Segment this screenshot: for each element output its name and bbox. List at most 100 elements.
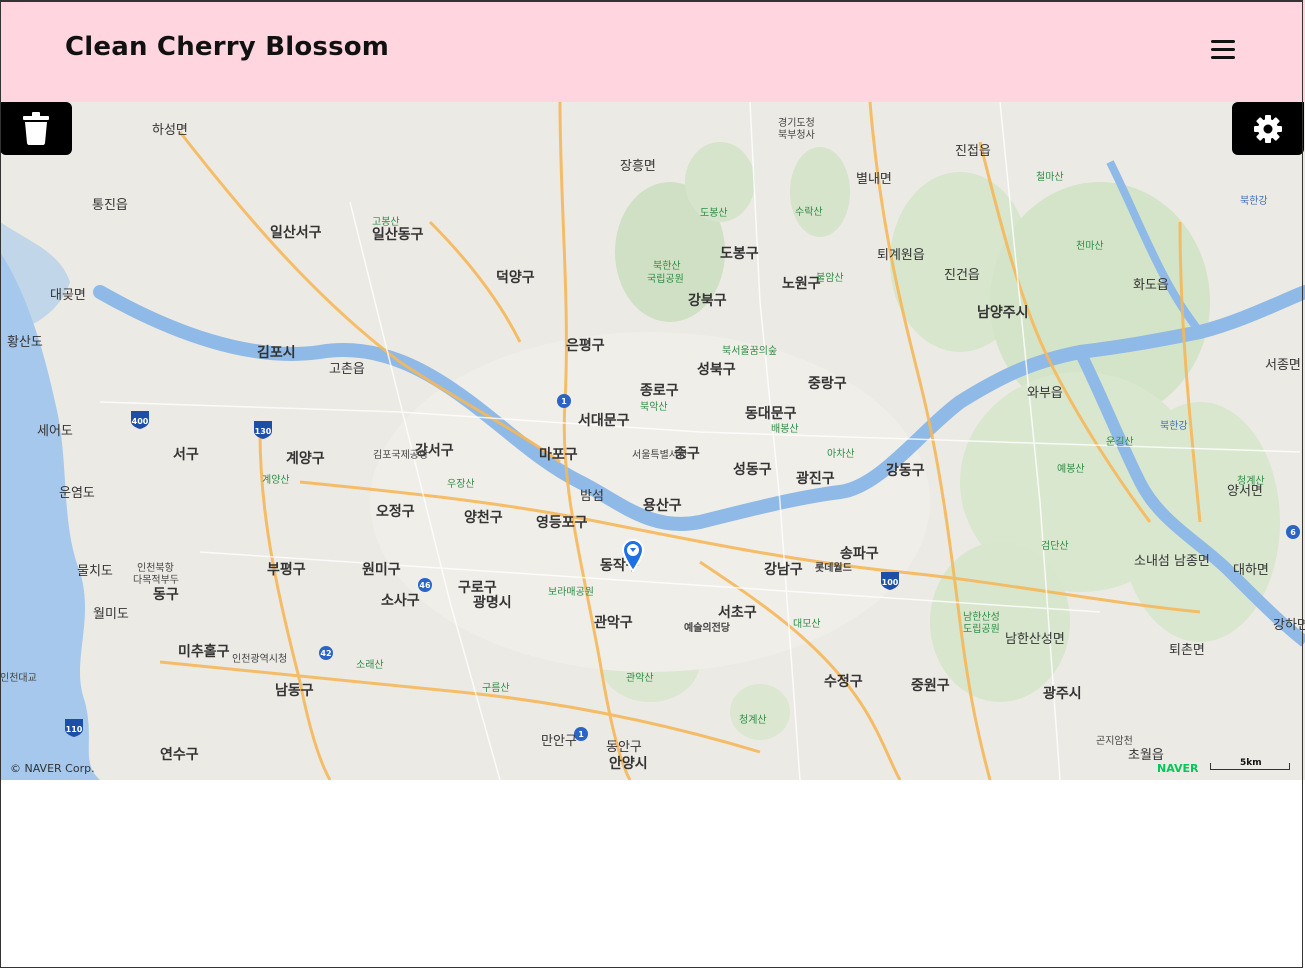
svg-text:46: 46 bbox=[419, 581, 431, 590]
map-label-wonmi: 원미구 bbox=[362, 562, 401, 578]
app-header: Clean Cherry Blossom bbox=[0, 0, 1305, 102]
map-label-hwado: 화도읍 bbox=[1133, 278, 1169, 293]
map-label-boramae: 보라매공원 bbox=[548, 587, 594, 598]
map-label-city-hall: 서울특별시청 bbox=[632, 450, 688, 461]
svg-text:110: 110 bbox=[66, 725, 83, 734]
map-label-ungilsan: 운길산 bbox=[1106, 437, 1134, 448]
map-label-byeolnae: 별내면 bbox=[856, 172, 892, 187]
map-label-seyeodo: 세어도 bbox=[37, 424, 73, 439]
map-label-jungnang: 중랑구 bbox=[808, 376, 847, 392]
map-label-gochon: 고촌읍 bbox=[329, 362, 365, 377]
map-label-cheolmasan: 철마산 bbox=[1036, 172, 1064, 183]
svg-text:1: 1 bbox=[578, 730, 584, 739]
map-label-nowon: 노원구 bbox=[782, 276, 821, 292]
map-label-achasan: 아차산 bbox=[827, 449, 855, 460]
map-label-gwangju: 광주시 bbox=[1043, 686, 1082, 702]
map-label-gyeyang: 계양구 bbox=[286, 451, 325, 467]
settings-button[interactable] bbox=[1232, 102, 1304, 155]
map-label-yebongsan: 예봉산 bbox=[1057, 464, 1085, 475]
map-label-eunpyeong: 은평구 bbox=[566, 338, 605, 354]
naver-logo[interactable]: NAVER bbox=[1157, 762, 1198, 775]
map-label-bukseoul-dream: 북서울꿈의숲 bbox=[722, 346, 778, 357]
map-label-gwangmyeong: 광명시 bbox=[473, 595, 512, 611]
map-label-gureumsan: 구름산 bbox=[482, 683, 510, 694]
map-label-anyang: 안양시 bbox=[609, 756, 648, 772]
map-label-cheonggyesan-east: 청계산 bbox=[1237, 476, 1265, 487]
map-label-baebongsan: 배봉산 bbox=[771, 424, 799, 435]
map-scale: 5km bbox=[1210, 758, 1290, 770]
map-label-bukhansan-park: 국립공원 bbox=[647, 274, 684, 285]
map-view[interactable]: 130 400 100 110 1 1 46 42 6 김포시 일산서구 일산동… bbox=[0, 102, 1305, 780]
map-label-daehwa: 대하면 bbox=[1233, 563, 1269, 578]
map-label-daegot: 대곶면 bbox=[50, 288, 86, 303]
map-label-daemosan: 대모산 bbox=[793, 619, 821, 630]
map-label-jingeon: 진건읍 bbox=[944, 268, 980, 283]
map-label-gobongsan: 고봉산 bbox=[372, 217, 400, 228]
svg-text:400: 400 bbox=[132, 417, 149, 426]
map-label-gwanak: 관악구 bbox=[594, 615, 633, 631]
map-label-wolmido: 월미도 bbox=[93, 607, 129, 622]
gear-icon bbox=[1254, 114, 1282, 143]
map-label-cheonggyesan: 청계산 bbox=[739, 715, 767, 726]
map-label-deogyang: 덕양구 bbox=[496, 270, 535, 286]
map-label-dobongsan: 도봉산 bbox=[700, 208, 728, 219]
map-label-soraesan: 소래산 bbox=[356, 660, 384, 671]
map-label-gangha: 강하면 bbox=[1273, 618, 1305, 633]
map-label-hwangsando: 황산도 bbox=[7, 335, 43, 350]
map-label-namhansanseongmyeon: 남한산성면 bbox=[1005, 632, 1065, 647]
map-label-gonjiam: 곤지암천 bbox=[1096, 736, 1133, 747]
location-pin-icon[interactable] bbox=[621, 538, 645, 573]
map-label-ujangsan: 우장산 bbox=[447, 479, 475, 490]
map-label-namyangju: 남양주시 bbox=[977, 305, 1029, 321]
map-label-gyeyangsan: 계양산 bbox=[262, 475, 290, 486]
map-label-suraksan: 수락산 bbox=[795, 207, 823, 218]
hamburger-menu-icon[interactable] bbox=[1208, 40, 1238, 62]
map-label-jongno: 종로구 bbox=[640, 383, 679, 399]
map-label-yongsan: 용산구 bbox=[643, 498, 682, 514]
map-label-donggu: 동구 bbox=[153, 587, 179, 603]
map-label-seongbuk: 성북구 bbox=[697, 362, 736, 378]
map-label-cheonmasan: 천마산 bbox=[1076, 241, 1104, 252]
map-label-seongdong: 성동구 bbox=[733, 462, 772, 478]
map-label-dongan: 동안구 bbox=[606, 740, 642, 755]
map-label-wabu: 와부읍 bbox=[1027, 386, 1063, 401]
svg-text:130: 130 bbox=[255, 427, 272, 436]
map-label-jinjeop: 진접읍 bbox=[955, 144, 991, 159]
map-label-bamseom: 밤섬 bbox=[580, 489, 604, 504]
map-attribution: © NAVER Corp. bbox=[10, 762, 95, 775]
svg-text:100: 100 bbox=[882, 578, 899, 587]
map-label-bupyeong: 부평구 bbox=[267, 562, 306, 578]
map-label-lotte-world: 롯데월드 bbox=[815, 563, 852, 574]
map-label-chowol: 초월읍 bbox=[1128, 748, 1164, 763]
map-label-gyeonggi-north2: 북부청사 bbox=[778, 130, 815, 141]
map-label-bukhangang-2: 북한강 bbox=[1160, 421, 1188, 432]
map-label-unyeomdo: 운염도 bbox=[59, 486, 95, 501]
map-label-toechon: 퇴촌면 bbox=[1169, 643, 1205, 658]
map-label-ilsanseo: 일산서구 bbox=[270, 225, 322, 241]
map-label-gangdong: 강동구 bbox=[886, 463, 925, 479]
map-label-ojeong: 오정구 bbox=[376, 504, 415, 520]
map-label-gwanaksan: 관악산 bbox=[626, 673, 654, 684]
map-label-yeongdeungpo: 영등포구 bbox=[536, 515, 588, 531]
map-label-seojong: 서종면 bbox=[1265, 358, 1301, 373]
map-label-seodaemun: 서대문구 bbox=[578, 413, 630, 429]
map-label-arts-center: 예술의전당 bbox=[684, 623, 730, 634]
map-label-sonaeseom: 소내섬 남종면 bbox=[1134, 554, 1210, 569]
map-label-jungwon: 중원구 bbox=[911, 678, 950, 694]
map-label-michuhol: 미추홀구 bbox=[178, 644, 230, 660]
svg-text:42: 42 bbox=[320, 649, 331, 658]
map-label-gangbuk: 강북구 bbox=[688, 293, 727, 309]
delete-button[interactable] bbox=[0, 102, 72, 155]
svg-text:6: 6 bbox=[1290, 528, 1296, 537]
map-label-manan: 만안구 bbox=[541, 734, 577, 749]
map-label-bugaksan: 북악산 bbox=[640, 402, 668, 413]
map-label-gimpo-airport: 김포국제공항 bbox=[373, 450, 429, 461]
map-label-seogu: 서구 bbox=[173, 447, 199, 463]
map-label-bukhangang: 북한강 bbox=[1240, 196, 1268, 207]
map-label-namhansanseong-park: 도립공원 bbox=[963, 624, 1000, 635]
svg-text:1: 1 bbox=[561, 397, 567, 406]
map-label-toegyewon: 퇴계원읍 bbox=[877, 248, 925, 263]
map-label-mulchido: 물치도 bbox=[77, 564, 113, 579]
map-label-jangheung: 장흥면 bbox=[620, 159, 656, 174]
map-label-sujeong: 수정구 bbox=[824, 674, 863, 690]
